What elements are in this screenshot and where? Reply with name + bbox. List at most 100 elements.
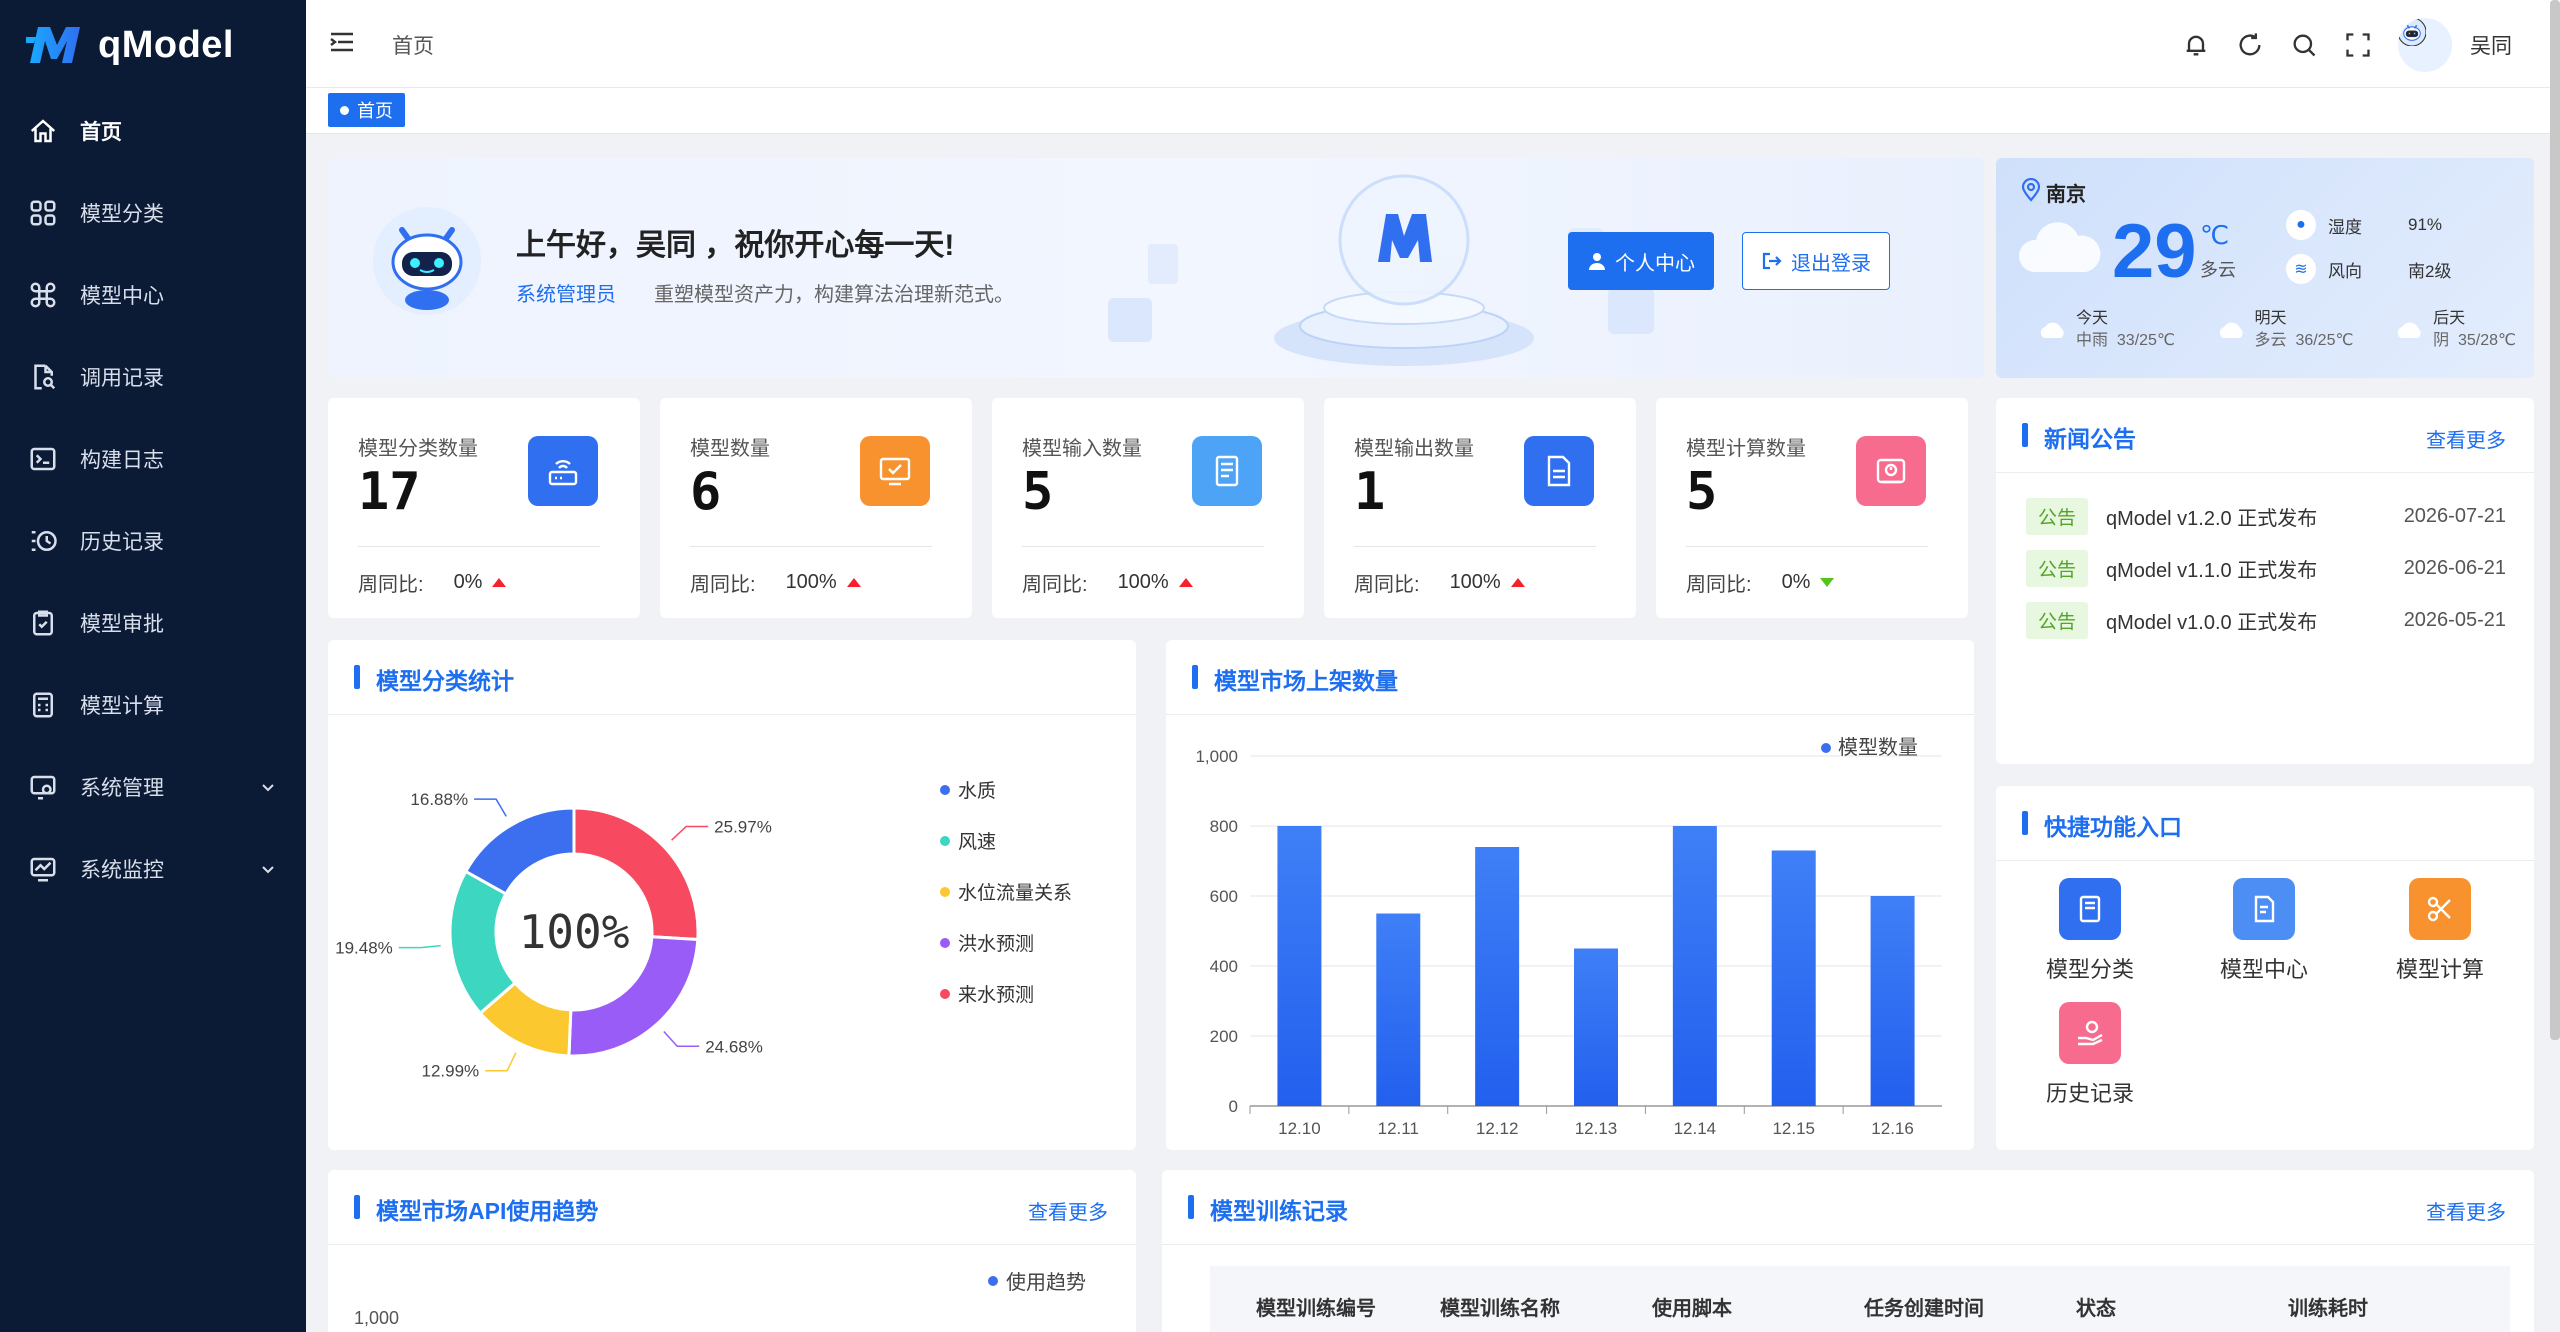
stat-week-compare: 周同比: 0%	[1686, 568, 1835, 597]
donut-slice-label: 25.97%	[714, 817, 772, 836]
quick-entry-label: 模型中心	[2219, 957, 2308, 982]
x-tick-label: 12.14	[1674, 1119, 1717, 1138]
column-header[interactable]: 使用脚本	[1652, 1292, 1732, 1321]
news-date: 2026-05-21	[2403, 608, 2506, 631]
top-header: 首页 吴同	[306, 0, 2560, 1040]
forecast-cond: 中雨	[2076, 332, 2109, 349]
legend-item[interactable]: 水质	[940, 776, 996, 803]
tag-home[interactable]: 首页	[328, 93, 405, 127]
x-tick-label: 12.12	[1476, 1119, 1519, 1138]
column-header[interactable]: 状态	[2076, 1292, 2116, 1321]
sidebar-menu: 首页 模型分类 模型中心调用记录构建日志 历史记录 模型审批 模型计算 系统管理 系统监控	[0, 90, 306, 910]
logout-button[interactable]: 退出登录	[1742, 232, 1890, 290]
week-label: 周同比:	[358, 574, 424, 596]
menu-fold-icon[interactable]	[328, 28, 356, 56]
sidebar-item-2[interactable]: 模型中心	[0, 254, 306, 336]
sidebar-item-9[interactable]: 系统监控	[0, 828, 306, 910]
user-name[interactable]: 吴同	[2470, 30, 2512, 60]
stat-week-compare: 周同比: 0%	[358, 568, 507, 597]
refresh-icon[interactable]	[2236, 31, 2264, 59]
divider	[1022, 546, 1264, 547]
humidity-label: 湿度	[2328, 217, 2362, 237]
week-pct: 100%	[1449, 571, 1501, 593]
column-header[interactable]: 模型训练编号	[1256, 1292, 1376, 1321]
week-label: 周同比:	[1686, 574, 1752, 596]
donut-center-label: 100%	[519, 905, 630, 959]
api-legend-label: 使用趋势	[1006, 1272, 1086, 1294]
trend-up-icon	[846, 578, 861, 587]
sidebar-item-3[interactable]: 调用记录	[0, 336, 306, 418]
sidebar-item-1[interactable]: 模型分类	[0, 172, 306, 254]
profile-button-label: 个人中心	[1615, 252, 1695, 275]
bell-icon[interactable]	[2182, 31, 2210, 59]
news-item[interactable]: 公告 qModel v1.1.0 正式发布 2026-06-21	[2026, 549, 2506, 587]
news-text: qModel v1.0.0 正式发布	[2106, 611, 2318, 634]
donut-slice-label: 24.68%	[705, 1037, 763, 1056]
stat-value: 1	[1354, 462, 1386, 522]
user-avatar[interactable]	[2398, 18, 2452, 72]
donut-label-line	[485, 1052, 517, 1072]
divider	[1996, 472, 2534, 473]
legend-dot	[940, 886, 950, 897]
stat-card: 模型计算数量 5 周同比: 0%	[1656, 398, 1968, 618]
legend-item[interactable]: 来水预测	[940, 980, 1034, 1007]
news-badge: 公告	[2026, 549, 2089, 587]
sidebar-item-0[interactable]: 首页	[0, 90, 306, 172]
user-role: 系统管理员	[516, 284, 616, 306]
sidebar-item-5[interactable]: 历史记录	[0, 500, 306, 582]
sidebar-item-8[interactable]: 系统管理	[0, 746, 306, 828]
forecast-cond: 阴	[2433, 332, 2450, 349]
legend-item[interactable]: 洪水预测	[940, 929, 1034, 956]
news-more-link[interactable]: 查看更多	[2426, 424, 2506, 453]
stat-label: 模型输出数量	[1354, 438, 1474, 460]
profile-button[interactable]: 个人中心	[1568, 232, 1714, 290]
quick-entry-panel: 快捷功能入口 模型分类 模型中心 模型计算 历史记录	[1996, 786, 2534, 1150]
weather-widget: 南京 29 ℃ 多云 ● 湿度 91% ≋ 风向 南2级 今天 中雨 33/25…	[1996, 158, 2534, 378]
header-tools: 吴同	[2182, 18, 2512, 72]
api-usage-trend-panel: 模型市场API使用趋势 查看更多 使用趋势 1,000	[328, 1170, 1136, 1332]
stat-icon	[1192, 436, 1262, 506]
stat-label: 模型输入数量	[1022, 438, 1142, 460]
quick-entry-label: 历史记录	[2045, 1081, 2134, 1106]
location-pin-icon	[2021, 178, 2041, 202]
legend-item[interactable]: 水位流量关系	[940, 878, 1072, 905]
cloud-icon	[2219, 322, 2243, 338]
news-badge: 公告	[2026, 601, 2089, 639]
sidebar-item-6[interactable]: 模型审批	[0, 582, 306, 664]
bar	[1376, 913, 1421, 1106]
forecast-day-name: 今天	[2076, 310, 2109, 327]
app-logo[interactable]: qModel	[0, 0, 306, 90]
column-header[interactable]: 训练耗时	[2288, 1292, 2368, 1321]
breadcrumb[interactable]: 首页	[392, 30, 434, 60]
sidebar-item-7[interactable]: 模型计算	[0, 664, 306, 746]
quick-entry-model-center[interactable]: 模型中心	[2194, 878, 2334, 984]
news-item[interactable]: 公告 qModel v1.2.0 正式发布 2026-07-21	[2026, 497, 2506, 535]
divider	[358, 546, 600, 547]
training-more-link[interactable]: 查看更多	[2426, 1196, 2506, 1225]
scissors-icon	[2409, 878, 2471, 940]
search-icon[interactable]	[2290, 31, 2318, 59]
x-tick-label: 12.13	[1575, 1119, 1618, 1138]
column-header[interactable]: 模型训练名称	[1440, 1292, 1560, 1321]
donut-slice-label: 19.48%	[335, 939, 393, 958]
training-title: 模型训练记录	[1188, 1192, 1348, 1226]
robot-avatar-icon	[373, 207, 481, 315]
legend-item[interactable]: 风速	[940, 827, 996, 854]
y-tick-label: 800	[1210, 817, 1238, 836]
forecast-after-tomorrow: 后天 阴 35/28℃	[2393, 308, 2516, 352]
terminal-icon	[30, 447, 56, 471]
fullscreen-icon[interactable]	[2344, 31, 2372, 59]
sidebar-item-label: 调用记录	[80, 367, 164, 390]
quick-entry-model-category[interactable]: 模型分类	[2020, 878, 2160, 984]
divider	[1686, 546, 1928, 547]
bar	[1870, 896, 1915, 1106]
quick-entry-history[interactable]: 历史记录	[2020, 1002, 2160, 1108]
column-header[interactable]: 任务创建时间	[1864, 1292, 1984, 1321]
sidebar-item-4[interactable]: 构建日志	[0, 418, 306, 500]
weather-wind: ≋ 风向 南2级	[2286, 254, 2451, 284]
donut-slice[interactable]	[463, 806, 576, 896]
page-scrollbar[interactable]	[2550, 0, 2560, 1040]
news-item[interactable]: 公告 qModel v1.0.0 正式发布 2026-05-21	[2026, 601, 2506, 639]
api-more-link[interactable]: 查看更多	[1028, 1196, 1108, 1225]
quick-entry-model-compute[interactable]: 模型计算	[2370, 878, 2510, 984]
